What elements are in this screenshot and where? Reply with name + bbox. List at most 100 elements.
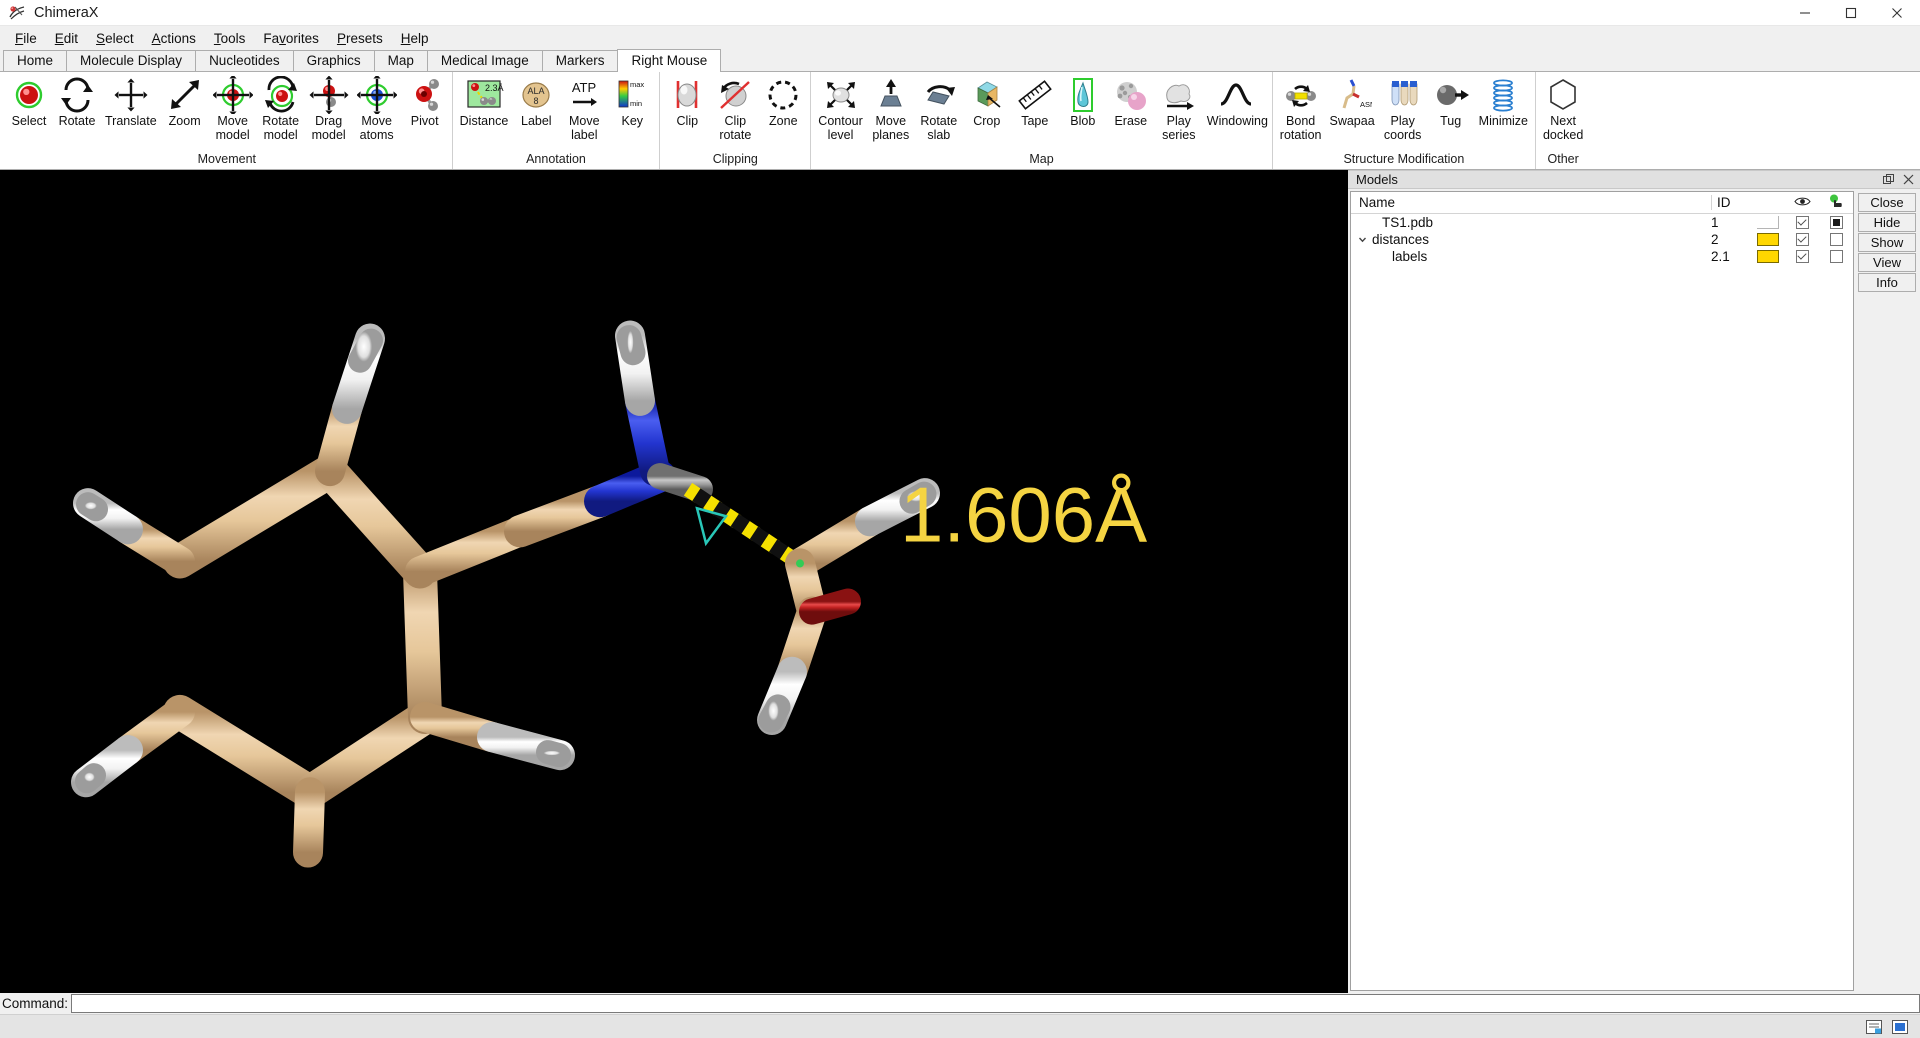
tool-label: Next docked [1542,114,1584,142]
tool-erase[interactable]: Erase [1107,72,1155,129]
tab-right-mouse[interactable]: Right Mouse [617,49,722,72]
tool-play-coords[interactable]: Play coords [1379,72,1427,142]
maximize-icon[interactable] [1828,0,1874,26]
models-tree[interactable]: Name ID TS1.pdb 1 distances 2 labels 2.1 [1350,191,1854,991]
column-header-id[interactable]: ID [1711,195,1751,210]
blue-square-icon[interactable] [1890,1018,1910,1036]
tool-label[interactable]: ALA 8 Label [512,72,560,129]
model-select-checkbox[interactable] [1819,250,1853,263]
menu-favorites[interactable]: Favorites [254,29,328,48]
play-coords-icon [1383,76,1423,114]
command-input[interactable] [71,994,1920,1013]
tool-move-model[interactable]: Move model [209,72,257,142]
tool-move-atoms[interactable]: Move atoms [353,72,401,142]
tool-key[interactable]: max min Key [608,72,656,129]
info-button[interactable]: Info [1858,273,1916,292]
column-header-name[interactable]: Name [1351,195,1711,210]
tool-rotate-model[interactable]: Rotate model [257,72,305,142]
distance-measure-icon: 2.3Å [464,76,504,114]
tool-pivot[interactable]: Pivot [401,72,449,129]
tool-label: Clip [676,114,699,128]
play-series-icon [1159,76,1199,114]
minimize-spring-icon [1483,76,1523,114]
tool-drag-model[interactable]: Drag model [305,72,353,142]
models-table-row[interactable]: TS1.pdb 1 [1351,214,1853,231]
models-panel-inner: Name ID TS1.pdb 1 distances 2 labels 2.1… [1348,189,1920,993]
tool-bond-rotation[interactable]: Bond rotation [1276,72,1326,142]
show-button[interactable]: Show [1858,233,1916,252]
select-hand-icon[interactable] [1819,194,1853,211]
tool-contour-level[interactable]: Contour level [814,72,866,142]
graphics-view[interactable]: 1.606Å [0,170,1348,993]
tool-rotate[interactable]: Rotate [53,72,101,129]
model-visibility-checkbox[interactable] [1785,233,1819,246]
tool-clip-rotate[interactable]: Clip rotate [711,72,759,142]
tool-tug[interactable]: Tug [1427,72,1475,129]
tab-nucleotides[interactable]: Nucleotides [195,50,294,71]
minimize-icon[interactable] [1782,0,1828,26]
tool-label: Drag model [311,114,346,142]
tool-crop[interactable]: Crop [963,72,1011,129]
model-name-cell[interactable]: TS1.pdb [1351,215,1711,230]
tool-zone[interactable]: Zone [759,72,807,129]
ribbon-group-caption: Annotation [526,152,586,166]
model-visibility-checkbox[interactable] [1785,250,1819,263]
menu-presets[interactable]: Presets [328,29,392,48]
tab-graphics[interactable]: Graphics [292,50,375,71]
tab-home[interactable]: Home [3,50,68,71]
hide-button[interactable]: Hide [1858,213,1916,232]
pivot-icon [405,76,445,114]
color-key-icon: max min [612,76,652,114]
tool-translate[interactable]: Translate [101,72,161,129]
close-button[interactable]: Close [1858,193,1916,212]
svg-text:2.3Å: 2.3Å [485,83,504,93]
model-name-cell[interactable]: distances [1351,232,1711,247]
undock-icon[interactable] [1880,172,1896,188]
svg-text:max: max [630,80,644,89]
menu-select[interactable]: Select [87,29,143,48]
svg-text:min: min [630,99,642,108]
tool-move-label[interactable]: ATP Move label [560,72,608,142]
tool-minimize[interactable]: Minimize [1475,72,1532,129]
menu-file[interactable]: File [6,29,46,48]
notes-icon[interactable] [1864,1018,1884,1036]
tool-distance[interactable]: 2.3Å Distance [456,72,513,129]
models-table-row[interactable]: distances 2 [1351,231,1853,248]
tool-label: Blob [1070,114,1096,128]
tool-play-series[interactable]: Play series [1155,72,1203,142]
menu-tools[interactable]: Tools [205,29,255,48]
tool-select[interactable]: Select [5,72,53,129]
close-panel-icon[interactable] [1900,172,1916,188]
tool-blob[interactable]: Blob [1059,72,1107,129]
model-select-checkbox[interactable] [1819,216,1853,229]
tool-windowing[interactable]: Windowing [1203,72,1269,129]
view-button[interactable]: View [1858,253,1916,272]
model-visibility-checkbox[interactable] [1785,216,1819,229]
model-name-cell[interactable]: labels [1351,249,1711,264]
menu-help[interactable]: Help [392,29,438,48]
tab-map[interactable]: Map [373,50,428,71]
tab-medical-image[interactable]: Medical Image [426,50,543,71]
tab-markers[interactable]: Markers [541,50,619,71]
model-color-swatch[interactable] [1751,216,1785,229]
close-icon[interactable] [1874,0,1920,26]
menu-edit[interactable]: Edit [46,29,87,48]
tool-label: Contour level [818,114,863,142]
model-color-swatch[interactable] [1751,233,1785,246]
model-select-checkbox[interactable] [1819,233,1853,246]
tool-move-planes[interactable]: Move planes [867,72,915,142]
ribbon-group-movement: Select Rotate Translate Zoom Move model Rotat… [2,72,452,169]
eye-icon[interactable] [1785,195,1819,210]
models-table-row[interactable]: labels 2.1 [1351,248,1853,265]
chevron-down-icon[interactable] [1355,235,1369,244]
tool-swapaa[interactable]: ASN Swapaa [1325,72,1378,129]
tool-next-docked[interactable]: Next docked [1539,72,1587,142]
tool-tape[interactable]: Tape [1011,72,1059,129]
tool-rotate-slab[interactable]: Rotate slab [915,72,963,142]
tool-clip[interactable]: Clip [663,72,711,129]
tool-zoom[interactable]: Zoom [161,72,209,129]
menu-actions[interactable]: Actions [143,29,205,48]
svg-text:8: 8 [534,96,539,106]
tab-molecule-display[interactable]: Molecule Display [66,50,197,71]
model-color-swatch[interactable] [1751,250,1785,263]
